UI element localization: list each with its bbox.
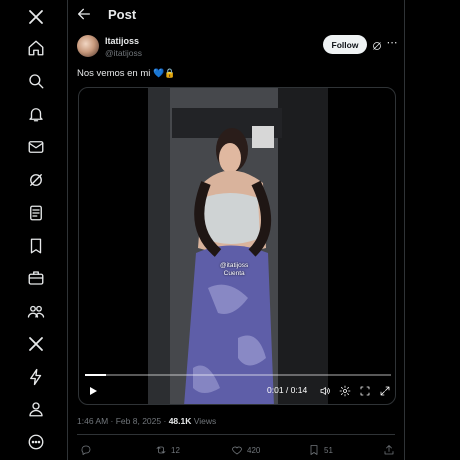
like-count: 420: [247, 445, 261, 455]
lists-icon[interactable]: [26, 203, 46, 223]
watermark-sub: Cuenta: [223, 270, 245, 277]
grok-explain-icon[interactable]: [371, 39, 383, 51]
video-player[interactable]: @itatijoss Cuenta 0:01 / 0:14: [78, 87, 396, 405]
video-time: 0:01 / 0:14: [267, 385, 307, 395]
bookmark-icon: [310, 445, 318, 455]
share-icon: [384, 445, 394, 455]
time-separator: /: [285, 385, 289, 395]
like-action[interactable]: 420: [231, 444, 260, 456]
profile-icon[interactable]: [26, 399, 46, 419]
follow-button[interactable]: Follow: [323, 35, 367, 54]
divider: [77, 434, 395, 435]
communities-icon[interactable]: [26, 301, 46, 321]
video-watermark: @itatijoss Cuenta: [220, 262, 248, 278]
jobs-briefcase-icon[interactable]: [26, 268, 46, 288]
repost-count: 12: [171, 445, 180, 455]
left-nav: [0, 0, 68, 460]
search-icon[interactable]: [26, 71, 46, 91]
author-display-name[interactable]: Itatijoss: [105, 36, 139, 46]
video-still-image: [148, 88, 328, 404]
watermark-handle: @itatijoss: [220, 262, 249, 269]
bookmarks-icon[interactable]: [26, 236, 46, 256]
repost-action[interactable]: 12: [155, 444, 180, 456]
main-column: Post Itatijoss @itatijoss Follow ⋯ Nos v…: [68, 0, 405, 460]
views-label: Views: [193, 416, 217, 426]
post-text: Nos vemos en mi 💙🔒: [77, 68, 175, 79]
heart-icon: [232, 446, 242, 455]
settings-gear-icon[interactable]: [339, 384, 351, 397]
reply-icon: [81, 445, 91, 455]
bookmark-count: 51: [324, 445, 333, 455]
post-timestamp[interactable]: 1:46 AM · Feb 8, 2025: [77, 416, 161, 426]
x-logo-icon[interactable]: [26, 7, 46, 27]
picture-in-picture-icon[interactable]: [359, 384, 371, 396]
video-progress-bar[interactable]: [85, 374, 391, 376]
post-header: Post: [68, 0, 404, 30]
post-text-content: Nos vemos en mi: [77, 68, 151, 79]
volume-icon[interactable]: [319, 384, 331, 396]
duration: 0:14: [290, 385, 308, 395]
meta-dot: ·: [163, 416, 167, 426]
grok-icon[interactable]: [26, 170, 46, 190]
author-handle[interactable]: @itatijoss: [105, 48, 142, 58]
current-time: 0:01: [267, 385, 284, 395]
more-circle-icon[interactable]: [26, 432, 46, 452]
home-icon[interactable]: [26, 38, 46, 58]
back-arrow-icon[interactable]: [76, 6, 94, 24]
play-icon[interactable]: [87, 384, 99, 396]
video-controls: 0:01 / 0:14: [79, 364, 395, 404]
premium-x-icon[interactable]: [26, 334, 46, 354]
notifications-bell-icon[interactable]: [26, 104, 46, 124]
verified-orgs-lightning-icon[interactable]: [26, 367, 46, 387]
avatar[interactable]: [77, 35, 99, 57]
messages-envelope-icon[interactable]: [26, 137, 46, 157]
repost-icon: [156, 446, 166, 454]
fullscreen-icon[interactable]: [379, 384, 391, 396]
reply-action[interactable]: [80, 444, 96, 456]
page-title: Post: [108, 7, 137, 22]
views-count: 48.1K: [168, 416, 192, 426]
more-options-icon[interactable]: ⋯: [386, 37, 398, 49]
post-meta: 1:46 AM · Feb 8, 2025 · 48.1K Views: [77, 416, 216, 426]
share-action[interactable]: [383, 444, 395, 456]
video-frame[interactable]: @itatijoss Cuenta: [148, 88, 328, 404]
post-emojis: 💙🔒: [153, 68, 176, 78]
video-progress-fill: [85, 374, 107, 376]
bookmark-action[interactable]: 51: [308, 444, 333, 456]
